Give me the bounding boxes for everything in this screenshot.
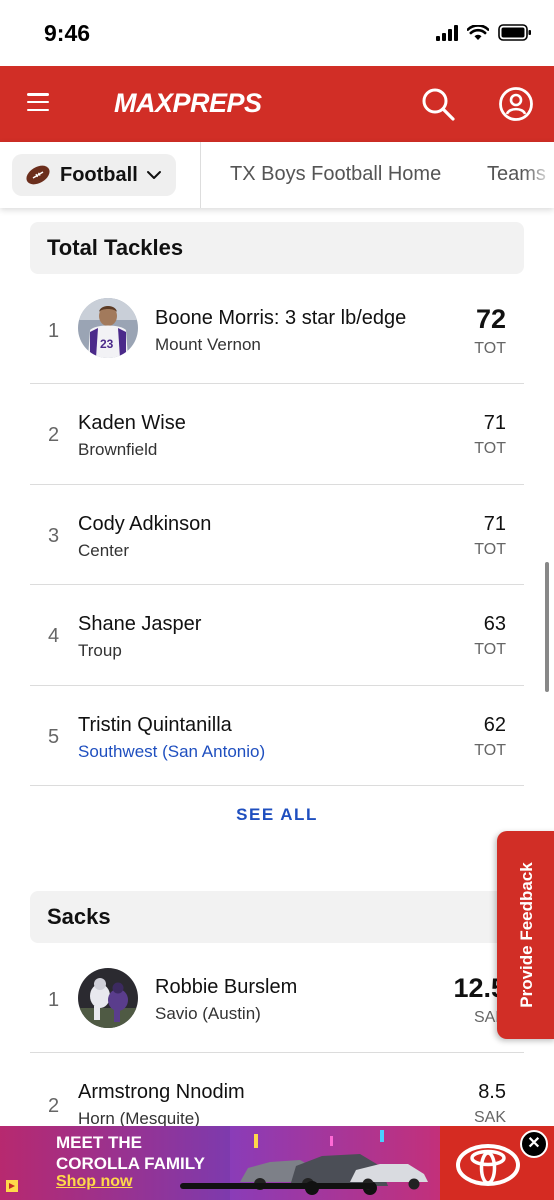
sub-navigation: Football TX Boys Football Home Teams (0, 142, 554, 208)
player-avatar: 23 (78, 298, 138, 358)
player-school[interactable]: Brownfield (78, 440, 157, 460)
leader-row[interactable]: 1 Robbie Burslem Savio (Austin) 12.5 SAK (30, 951, 524, 1053)
stat-value: 8.5 (478, 1081, 506, 1103)
rank-number: 1 (48, 989, 60, 1011)
search-icon[interactable] (420, 86, 456, 122)
leader-row[interactable]: 4 Shane Jasper Troup 63 TOT (30, 585, 524, 686)
adchoices-icon[interactable] (4, 1178, 20, 1194)
player-name[interactable]: Shane Jasper (78, 613, 201, 636)
provide-feedback-button[interactable]: Provide Feedback (497, 831, 554, 1039)
feedback-label: Provide Feedback (517, 862, 536, 1008)
status-time: 9:46 (44, 20, 91, 46)
player-school[interactable]: Center (78, 541, 129, 561)
rank-number: 1 (48, 320, 60, 342)
stat-unit: TOT (474, 440, 506, 457)
stat-value: 63 (483, 613, 506, 635)
player-name[interactable]: Tristin Quintanilla (78, 714, 232, 737)
sport-selector[interactable]: Football (12, 154, 176, 196)
ad-headline-line2: COROLLA FAMILY (56, 1154, 205, 1173)
svg-text:23: 23 (100, 337, 114, 351)
leader-row[interactable]: 5 Tristin Quintanilla Southwest (San Ant… (30, 686, 524, 786)
stat-unit: SAK (473, 1109, 506, 1126)
section-title-sacks: Sacks (30, 891, 524, 943)
maxpreps-logo[interactable]: MAXPREPS (114, 83, 262, 123)
football-icon (26, 165, 50, 185)
battery-icon (498, 24, 531, 41)
scrollbar[interactable] (545, 562, 549, 692)
stat-value: 71 (483, 513, 506, 535)
status-icons (436, 24, 532, 41)
player-name[interactable]: Kaden Wise (78, 412, 186, 435)
leader-row[interactable]: 2 Kaden Wise Brownfield 71 TOT (30, 384, 524, 485)
player-school[interactable]: Mount Vernon (155, 335, 261, 355)
close-icon[interactable]: ✕ (520, 1130, 548, 1158)
sport-label: Football (60, 163, 138, 186)
stat-unit: TOT (474, 641, 506, 658)
see-all-link[interactable]: SEE ALL (0, 805, 554, 825)
leader-row[interactable]: 3 Cody Adkinson Center 71 TOT (30, 485, 524, 585)
cellular-signal-icon (436, 24, 458, 41)
app-header: MAXPREPS (0, 66, 554, 142)
account-icon[interactable] (498, 86, 534, 122)
rank-number: 3 (48, 525, 60, 547)
wifi-icon (467, 24, 489, 40)
stat-value: 71 (483, 412, 506, 434)
ad-headline-line1: MEET THE (56, 1133, 142, 1152)
hamburger-menu-icon[interactable] (27, 93, 49, 111)
stat-unit: TOT (474, 340, 506, 357)
stat-unit: TOT (474, 541, 506, 558)
page: 9:46 MAXPREPS Football TX Boys Football … (0, 0, 554, 1200)
section-title-tackles: Total Tackles (30, 222, 524, 274)
stat-unit: TOT (474, 742, 506, 759)
rank-number: 2 (48, 424, 60, 446)
ad-shop-now-link[interactable]: Shop now (56, 1173, 132, 1191)
rank-number: 2 (48, 1095, 60, 1117)
player-name[interactable]: Boone Morris: 3 star lb/edge (155, 307, 406, 330)
ad-headline: MEET THE COROLLA FAMILY (56, 1132, 205, 1174)
player-school[interactable]: Troup (78, 641, 122, 661)
subnav-divider (200, 142, 201, 208)
player-avatar (78, 968, 138, 1028)
nav-link-home[interactable]: TX Boys Football Home (230, 163, 441, 186)
rank-number: 5 (48, 726, 60, 748)
player-name[interactable]: Robbie Burslem (155, 976, 297, 999)
status-bar: 9:46 (0, 0, 554, 66)
stat-value: 72 (475, 304, 506, 334)
player-name[interactable]: Cody Adkinson (78, 513, 211, 536)
subnav-fade (524, 142, 554, 208)
chevron-down-icon (146, 171, 161, 179)
leader-row[interactable]: 1 23 Boone Morris: 3 star lb/edge Mount … (30, 282, 524, 384)
home-indicator (180, 1183, 376, 1189)
player-name[interactable]: Armstrong Nnodim (78, 1081, 245, 1104)
rank-number: 4 (48, 625, 60, 647)
stat-value: 62 (483, 714, 506, 736)
player-school-link[interactable]: Southwest (San Antonio) (78, 742, 265, 762)
player-school[interactable]: Savio (Austin) (155, 1004, 261, 1024)
